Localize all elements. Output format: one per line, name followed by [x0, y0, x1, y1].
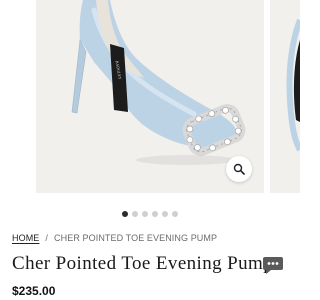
next-shoe-preview — [286, 18, 300, 152]
carousel-dot-6[interactable] — [172, 211, 178, 217]
breadcrumb-separator: / — [45, 233, 49, 243]
product-title: Cher Pointed Toe Evening Pump — [12, 253, 274, 274]
breadcrumb-current: CHER POINTED TOE EVENING PUMP — [54, 233, 218, 243]
carousel-dot-4[interactable] — [152, 211, 158, 217]
zoom-button[interactable] — [226, 156, 252, 182]
breadcrumb: HOME / CHER POINTED TOE EVENING PUMP — [12, 232, 217, 244]
product-image-carousel[interactable]: BADGLEY — [0, 0, 300, 196]
product-price: $235.00 — [12, 284, 56, 298]
next-product-image[interactable] — [270, 0, 300, 193]
breadcrumb-home-link[interactable]: HOME — [12, 233, 39, 243]
chat-button[interactable] — [262, 256, 284, 276]
carousel-dot-3[interactable] — [142, 211, 148, 217]
carousel-dot-2[interactable] — [132, 211, 138, 217]
carousel-dot-5[interactable] — [162, 211, 168, 217]
magnifier-icon — [233, 163, 245, 175]
carousel-pagination — [0, 208, 300, 220]
chat-bubble-icon — [263, 257, 283, 274]
carousel-dot-1[interactable] — [122, 211, 128, 217]
